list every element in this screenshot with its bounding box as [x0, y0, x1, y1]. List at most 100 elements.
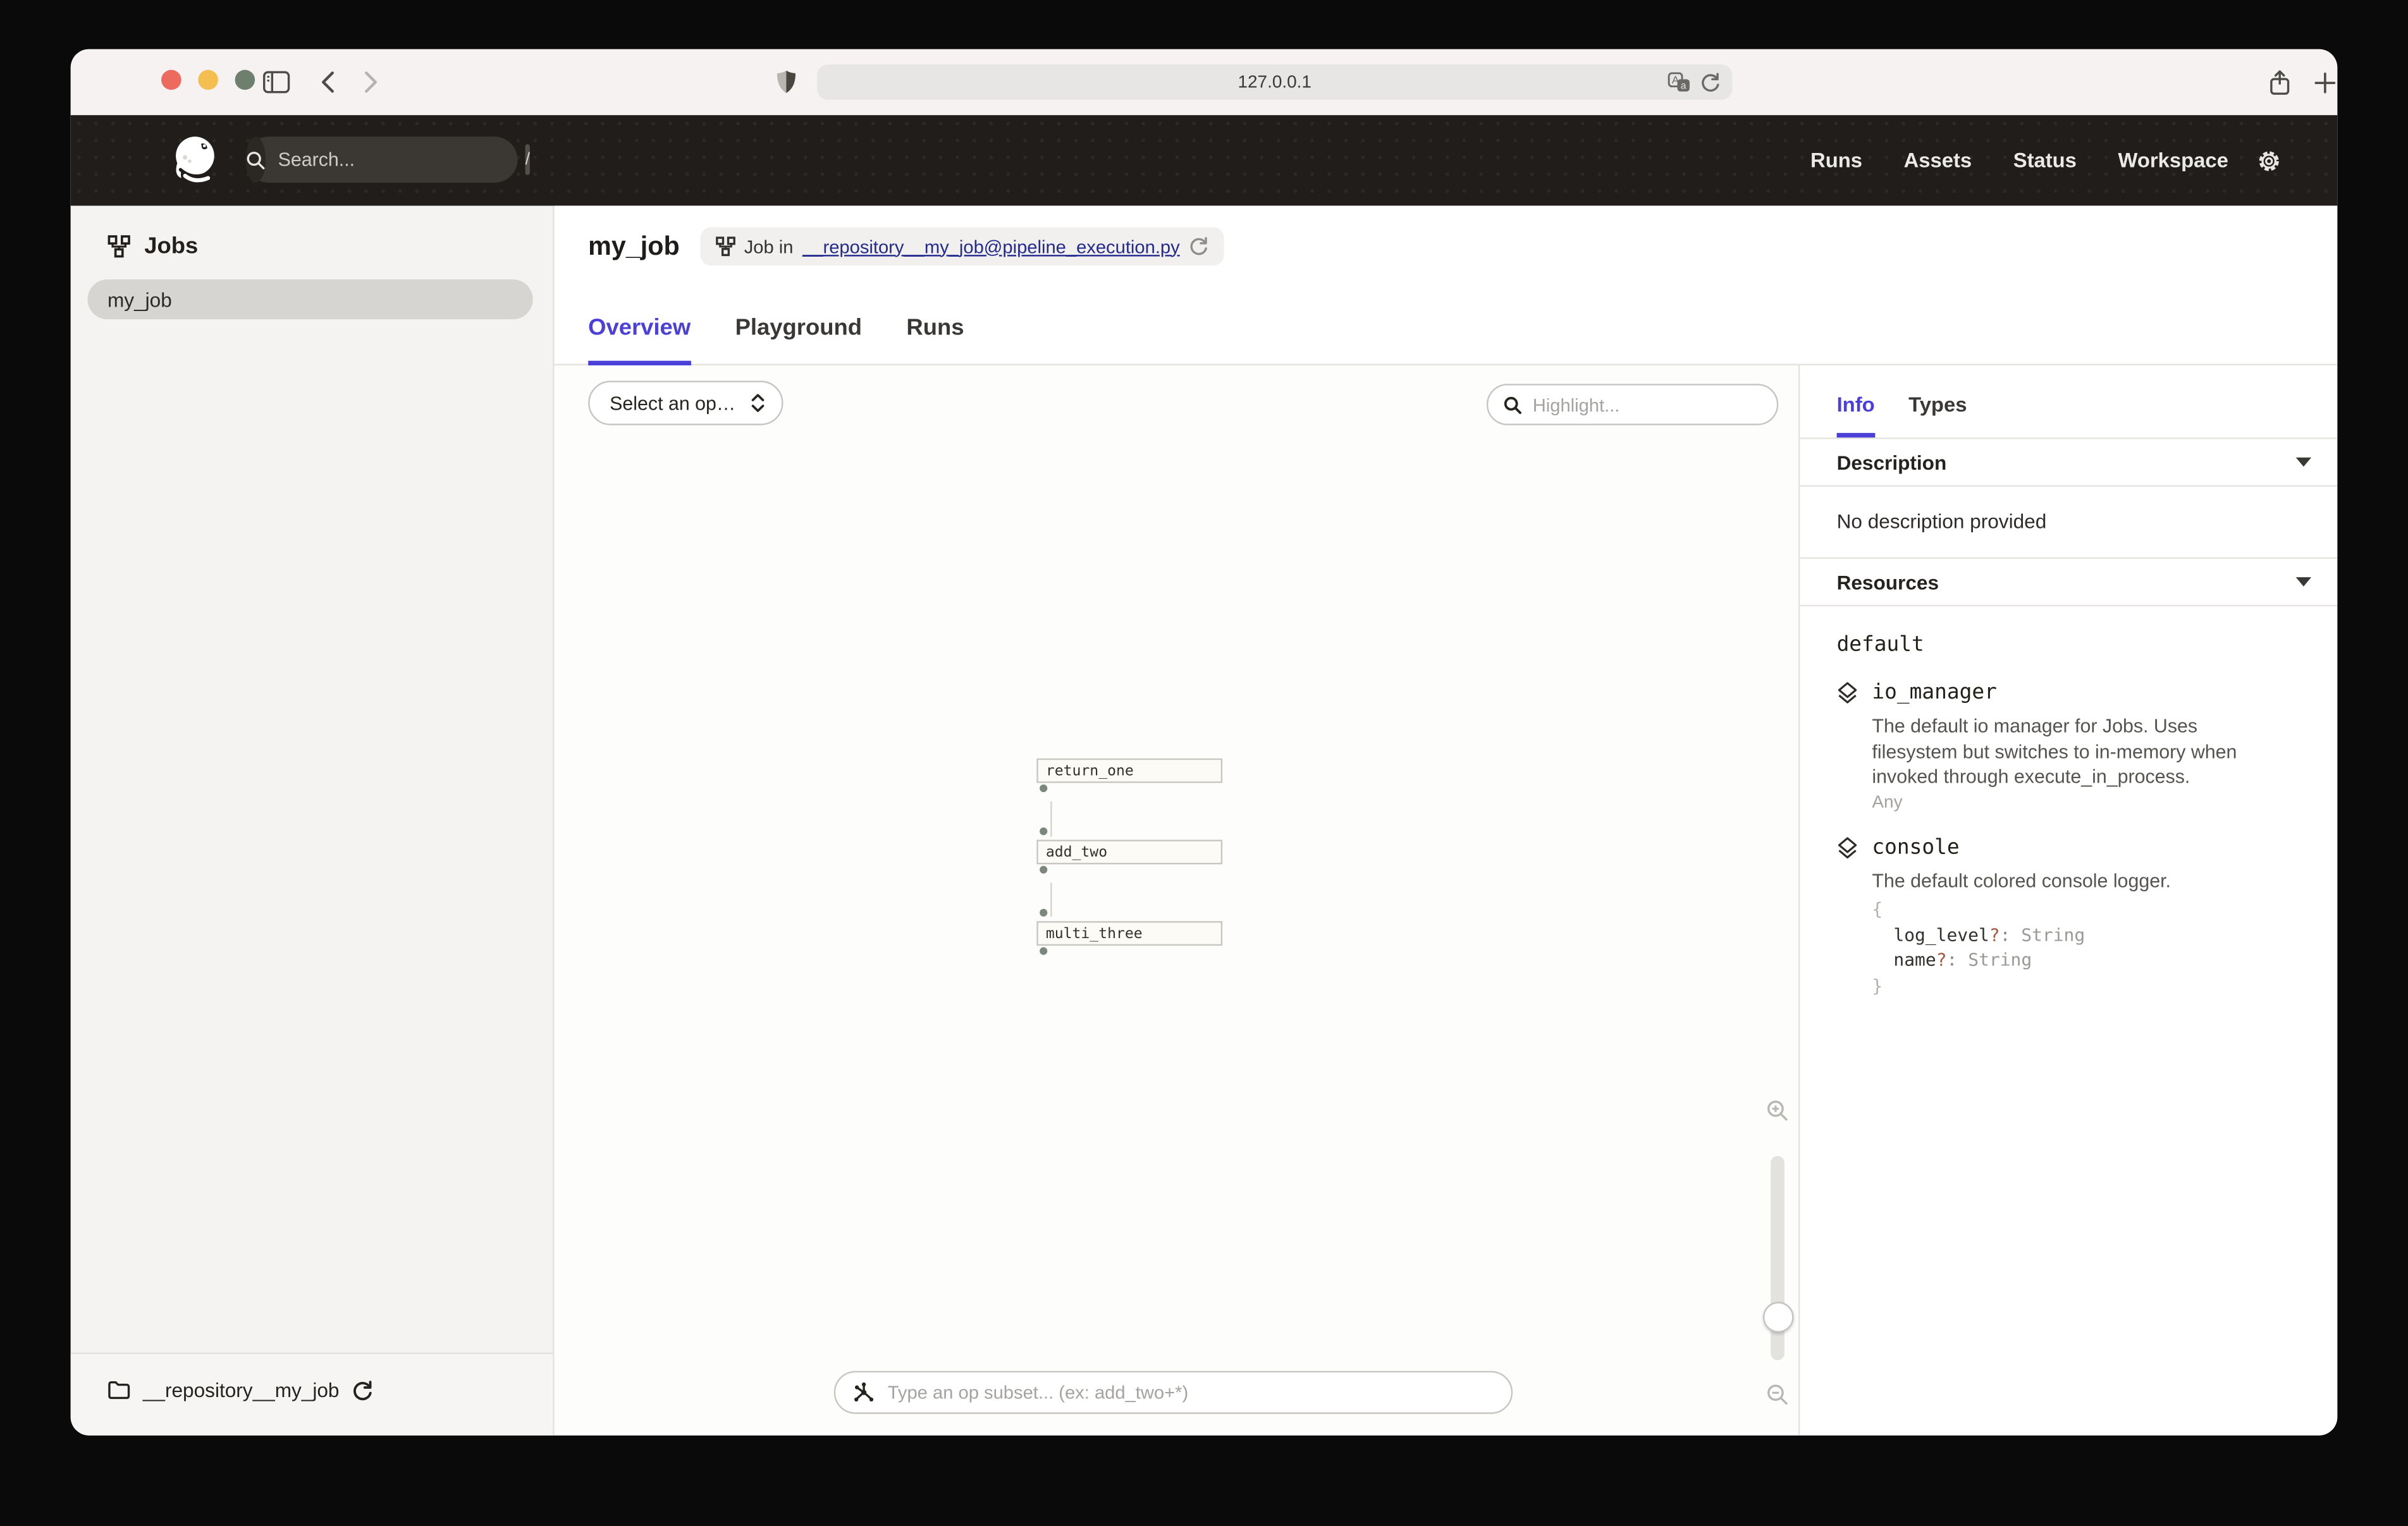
gear-icon[interactable] — [2256, 147, 2282, 173]
resources-body: default io_manager The default io manage… — [1800, 606, 2337, 998]
op-subset-input[interactable] — [888, 1382, 1511, 1403]
tab-playground[interactable]: Playground — [735, 315, 862, 365]
input-dot — [1040, 909, 1047, 917]
screenshot-stage: 127.0.0.1 Aa — [0, 0, 2408, 1526]
pipeline-file-link[interactable]: __repository__my_job@pipeline_execution.… — [802, 236, 1180, 257]
close-window-button[interactable] — [161, 70, 181, 90]
jobs-icon — [108, 235, 130, 258]
zoom-in-icon[interactable] — [1766, 1099, 1789, 1122]
back-icon[interactable] — [319, 49, 336, 115]
resource-description: The default io manager for Jobs. Uses fi… — [1872, 714, 2277, 790]
highlight-input[interactable] — [1533, 394, 1748, 415]
resource-icon — [1837, 681, 1858, 811]
forward-icon[interactable] — [362, 49, 379, 115]
translate-icon[interactable]: Aa — [1668, 72, 1690, 92]
tab-runs[interactable]: Runs — [906, 315, 964, 365]
share-icon[interactable] — [2268, 49, 2291, 115]
jobs-sidebar: Jobs my_job __repository__my_job — [71, 205, 555, 1435]
global-search[interactable]: / — [246, 137, 518, 183]
search-shortcut-badge: / — [525, 144, 530, 175]
resource-name: io_manager — [1872, 680, 2277, 705]
privacy-shield-icon[interactable] — [775, 49, 797, 115]
output-dot — [1040, 947, 1047, 955]
badge-prefix: Job in — [744, 236, 794, 257]
zoom-slider-thumb[interactable] — [1763, 1302, 1794, 1333]
zoom-window-button[interactable] — [235, 70, 255, 90]
nav-assets[interactable]: Assets — [1904, 149, 1972, 172]
repository-name: __repository__my_job — [143, 1379, 340, 1401]
reload-job-icon[interactable] — [1189, 236, 1209, 257]
top-nav: Runs Assets Status Workspace — [1810, 115, 2228, 205]
scale-viewport: 127.0.0.1 Aa — [0, 0, 2408, 1526]
op-selector-icon — [852, 1381, 875, 1403]
op-subset-filter[interactable] — [834, 1371, 1513, 1414]
chevron-down-icon — [2296, 458, 2311, 467]
chevron-down-icon — [2296, 577, 2311, 587]
resource-item-console: console The default colored console logg… — [1837, 834, 2310, 998]
svg-text:a: a — [1681, 81, 1686, 92]
op-node-label: multi_three — [1046, 925, 1143, 942]
input-dot — [1040, 827, 1047, 835]
resource-item-io-manager: io_manager The default io manager for Jo… — [1837, 680, 2310, 812]
sidebar-title: Jobs — [144, 233, 198, 259]
resource-name: console — [1872, 834, 2171, 859]
resource-config-schema: { log_level?: String name?: String } — [1872, 896, 2171, 998]
nav-status[interactable]: Status — [2013, 149, 2077, 172]
reload-repository-icon[interactable] — [352, 1379, 373, 1401]
dagster-logo-icon[interactable] — [166, 130, 224, 188]
section-title: Description — [1837, 451, 1947, 473]
tab-types[interactable]: Types — [1908, 393, 1967, 437]
new-tab-icon[interactable] — [2314, 49, 2336, 115]
config-open-brace: { — [1872, 896, 2171, 922]
config-field: log_level?: String — [1872, 922, 2171, 947]
config-close-brace: } — [1872, 972, 2171, 998]
op-graph-canvas[interactable]: Select an op… return_one — [555, 365, 1798, 1436]
job-header: my_job Job in __repository__my_job@pipel… — [555, 205, 2338, 365]
minimize-window-button[interactable] — [198, 70, 218, 90]
search-input[interactable] — [266, 149, 525, 171]
highlight-search[interactable] — [1487, 384, 1778, 425]
edge-line — [1050, 882, 1052, 916]
job-tabs: Overview Playground Runs — [588, 315, 964, 365]
panel-tabs: Info Types — [1800, 365, 2337, 439]
job-icon — [715, 236, 735, 257]
resource-type: Any — [1872, 793, 2277, 811]
op-node-add-two[interactable]: add_two — [1036, 839, 1222, 864]
section-title: Resources — [1837, 570, 1939, 593]
resource-description: The default colored console logger. — [1872, 868, 2171, 893]
traffic-lights — [161, 70, 255, 90]
resource-icon — [1837, 836, 1858, 998]
description-section-header[interactable]: Description — [1800, 439, 2337, 487]
sidebar-item-my-job[interactable]: my_job — [87, 279, 532, 319]
edge-line — [1050, 802, 1052, 837]
zoom-out-icon[interactable] — [1766, 1383, 1789, 1406]
nav-runs[interactable]: Runs — [1810, 149, 1862, 172]
chevron-updown-icon — [749, 393, 766, 413]
op-node-label: add_two — [1046, 843, 1107, 860]
toggle-sidebar-icon[interactable] — [262, 49, 290, 115]
browser-chrome: 127.0.0.1 Aa — [71, 49, 2338, 115]
op-node-label: return_one — [1046, 762, 1134, 779]
select-op-dropdown[interactable]: Select an op… — [588, 381, 783, 425]
config-field: name?: String — [1872, 947, 2171, 972]
browser-window: 127.0.0.1 Aa — [71, 49, 2338, 1436]
tab-info[interactable]: Info — [1837, 393, 1875, 437]
resources-section-header[interactable]: Resources — [1800, 559, 2337, 606]
nav-workspace[interactable]: Workspace — [2118, 149, 2228, 172]
description-body: No description provided — [1800, 487, 2337, 559]
folder-icon — [108, 1380, 130, 1400]
address-bar[interactable]: 127.0.0.1 Aa — [817, 64, 1732, 100]
page-title: my_job — [588, 231, 680, 262]
job-item-label: my_job — [108, 288, 172, 310]
highlight-search-icon — [1504, 395, 1522, 413]
resource-group-name: default — [1837, 633, 2310, 657]
tab-overview[interactable]: Overview — [588, 315, 691, 365]
job-origin-badge: Job in __repository__my_job@pipeline_exe… — [699, 227, 1224, 266]
dagster-header: / Runs Assets Status Workspace — [71, 115, 2338, 205]
search-icon — [246, 137, 266, 183]
op-node-return-one[interactable]: return_one — [1036, 759, 1222, 783]
repository-footer: __repository__my_job — [71, 1353, 553, 1436]
reload-icon[interactable] — [1700, 71, 1720, 93]
op-node-multi-three[interactable]: multi_three — [1036, 921, 1222, 946]
output-dot — [1040, 866, 1047, 874]
